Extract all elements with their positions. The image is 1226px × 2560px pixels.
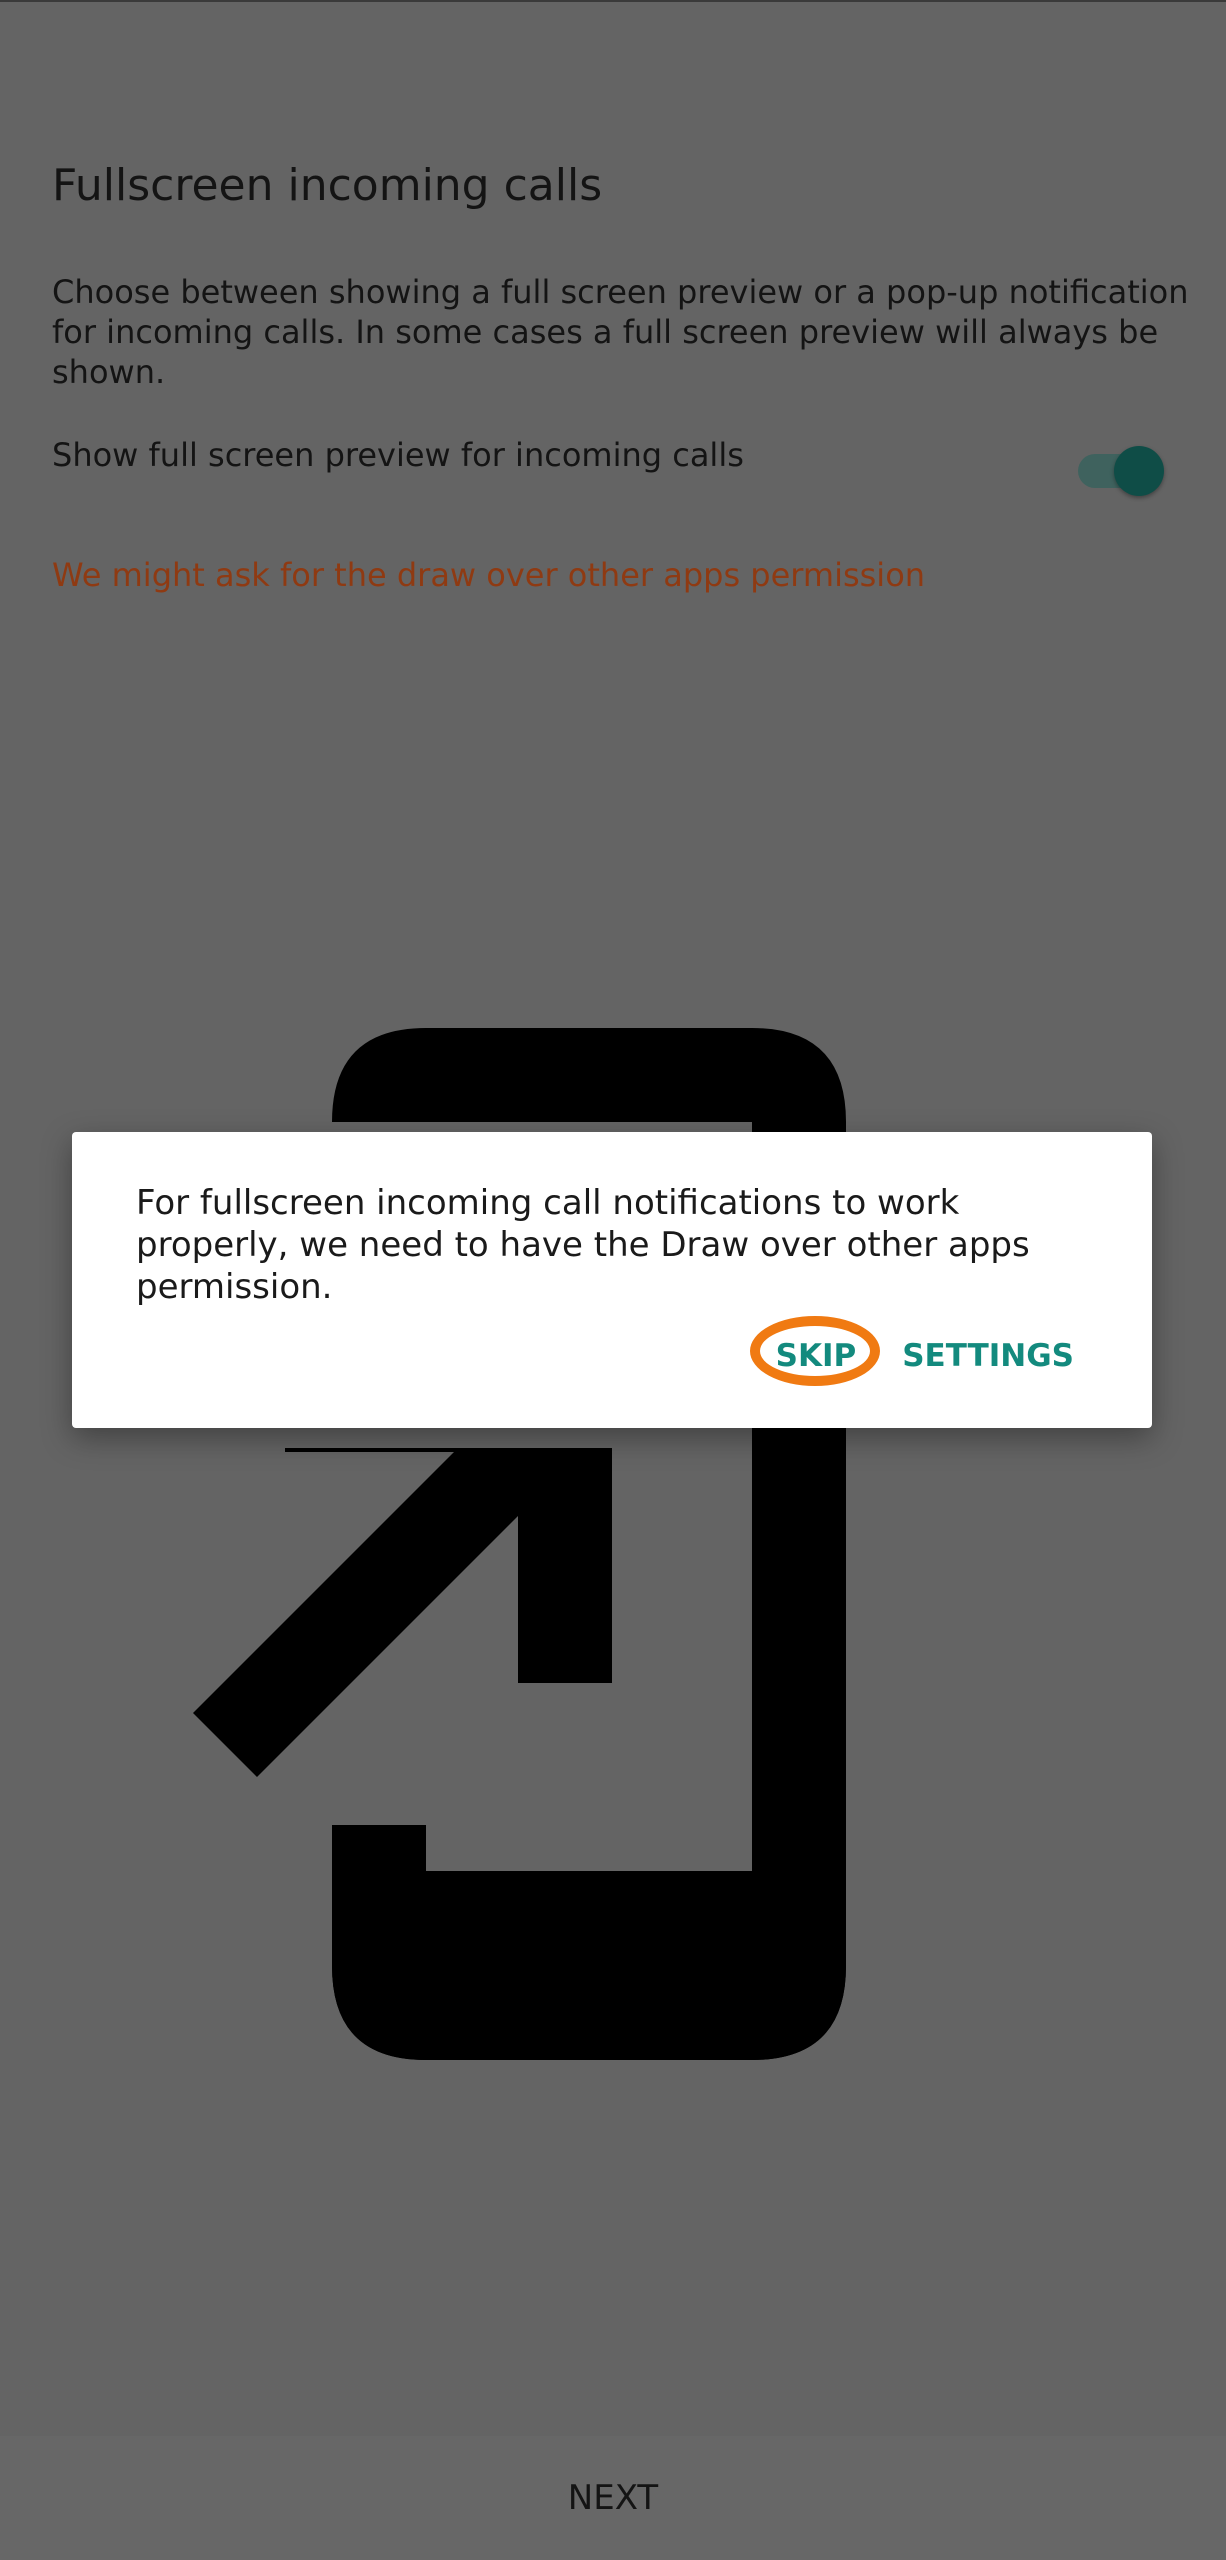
next-button[interactable]: NEXT — [0, 2436, 1226, 2560]
page-title: Fullscreen incoming calls — [52, 160, 603, 211]
dialog-message: For fullscreen incoming call notificatio… — [136, 1183, 1030, 1307]
permission-note: We might ask for the draw over other app… — [52, 556, 926, 594]
fullscreen-preview-label: Show full screen preview for incoming ca… — [52, 436, 744, 474]
permission-dialog: For fullscreen incoming call notificatio… — [72, 1132, 1152, 1428]
screen: Fullscreen incoming calls Choose between… — [0, 0, 1226, 2560]
fullscreen-preview-toggle[interactable] — [1078, 442, 1164, 496]
status-divider — [0, 0, 1226, 2]
page-description: Choose between showing a full screen pre… — [52, 273, 1189, 391]
fullscreen-preview-setting-row[interactable]: Show full screen preview for incoming ca… — [52, 430, 1174, 500]
bottom-bar: NEXT — [0, 2436, 1226, 2560]
skip-button[interactable]: SKIP — [749, 1316, 880, 1396]
settings-button[interactable]: SETTINGS — [884, 1316, 1092, 1396]
toggle-thumb — [1114, 446, 1164, 496]
arrow-shape — [193, 1448, 612, 1777]
skip-button-label: SKIP — [775, 1338, 857, 1374]
dialog-actions: SKIP SETTINGS — [749, 1316, 1092, 1396]
